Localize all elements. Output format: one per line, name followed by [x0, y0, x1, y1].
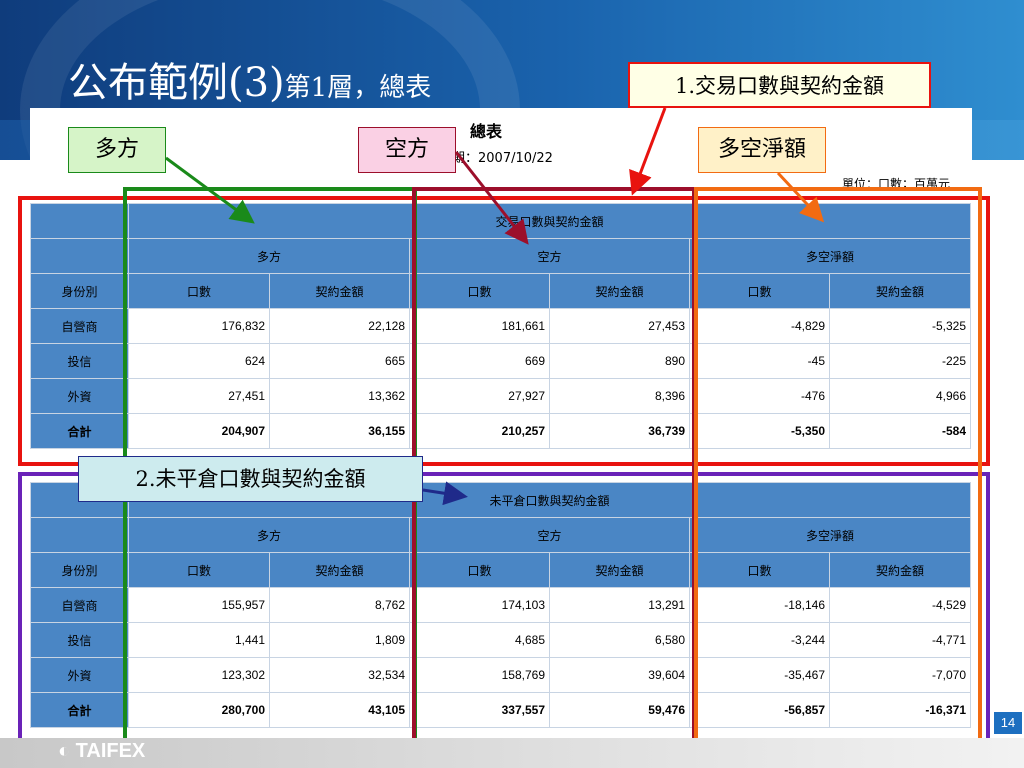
logo-text: TAIFEX: [75, 740, 146, 762]
page-number: 14: [994, 712, 1022, 734]
arrow-open-interest: [422, 481, 468, 506]
arrow-short: [454, 151, 529, 245]
callout-arrows: [165, 107, 825, 506]
arrow-long: [165, 156, 255, 224]
taifex-logo: ◐ TAIFEX: [58, 740, 146, 762]
arrow-net: [776, 171, 825, 223]
footer-bar: [0, 738, 1024, 768]
arrow-trading-volume: [629, 107, 667, 196]
